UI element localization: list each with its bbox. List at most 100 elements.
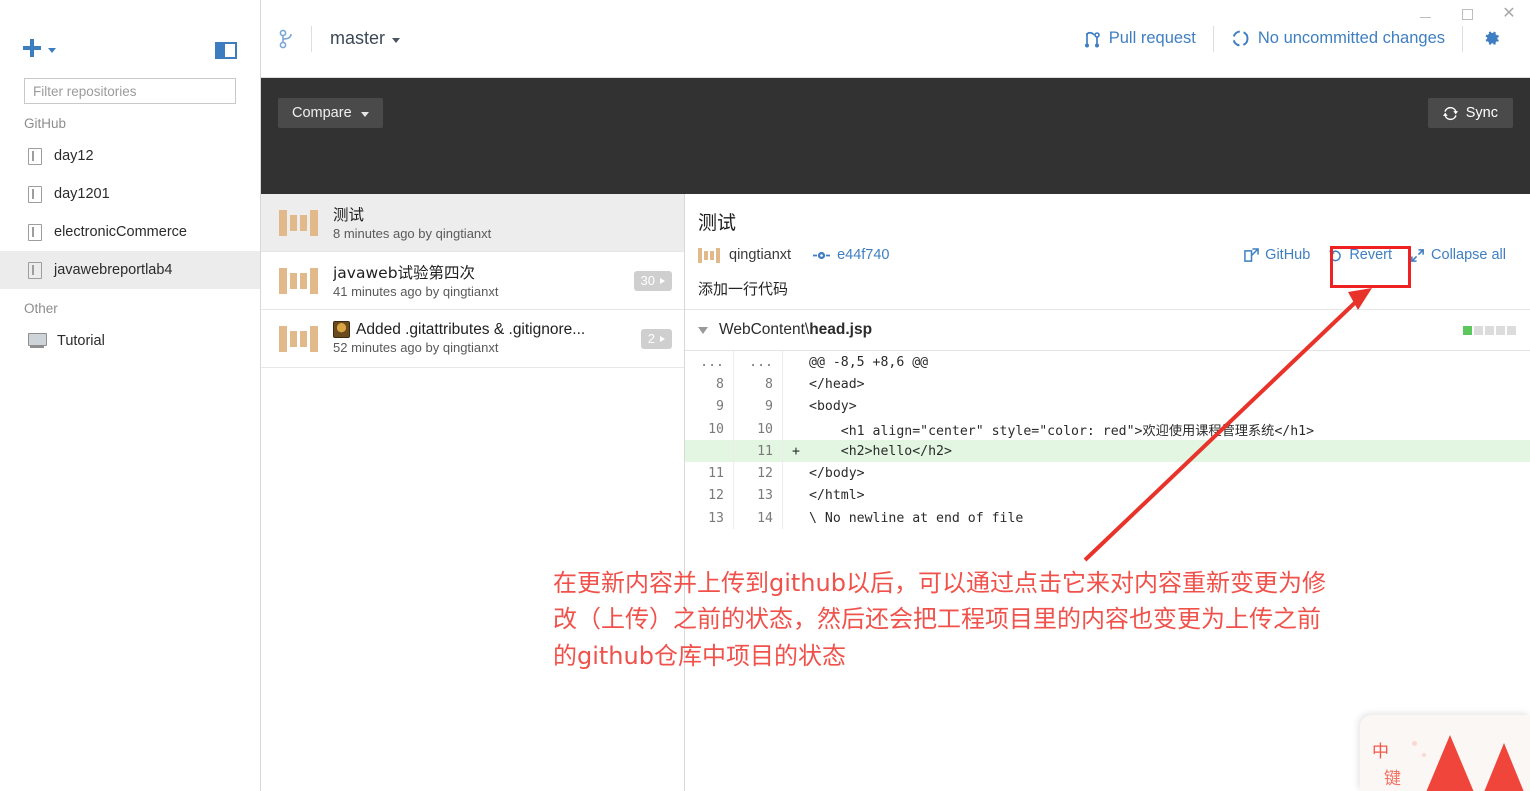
diff-old-line: 8 — [685, 373, 734, 396]
commit-title: javaweb试验第四次 — [333, 263, 476, 282]
revert-icon — [1329, 249, 1342, 261]
diff-new-line: 14 — [734, 507, 783, 530]
commit-badge-count: 2 — [647, 331, 655, 346]
diff-new-line: 13 — [734, 484, 783, 508]
sidebar-item-label: day1201 — [54, 186, 110, 202]
chevron-down-icon — [392, 38, 401, 43]
pull-request-button[interactable]: Pull request — [1067, 29, 1213, 48]
sidebar-item-electroniccommerce[interactable]: electronicCommerce — [0, 213, 260, 251]
diff-text: </head> — [809, 376, 865, 392]
add-repository-button[interactable] — [22, 38, 56, 58]
diff-old-line — [685, 440, 734, 463]
pull-request-icon — [1084, 31, 1100, 47]
diff-row: 10 10 <h1 align="center" style="color: r… — [685, 417, 1530, 441]
external-link-icon — [1244, 247, 1259, 262]
diff-text: </html> — [809, 488, 865, 504]
commit-detail-header: 测试 qingtianxt e44f740 GitHub Revert Coll… — [685, 194, 1530, 310]
diff-text: @@ -8,5 +8,6 @@ — [809, 354, 929, 370]
commit-detail-title: 测试 — [698, 212, 737, 234]
filter-repositories-field[interactable] — [24, 78, 236, 104]
diff-old-line: 11 — [685, 462, 734, 485]
diff-row: 12 13 </html> — [685, 484, 1530, 508]
sidebar-item-day12[interactable]: day12 — [0, 137, 260, 175]
diff-stat-block — [1485, 325, 1494, 335]
diff-old-line: 9 — [685, 395, 734, 418]
commit-list-item[interactable]: 测试 8 minutes ago by qingtianxt — [261, 194, 684, 252]
sidebar-item-label: electronicCommerce — [54, 224, 187, 240]
floating-widget[interactable]: 中 键 — [1360, 715, 1530, 791]
chevron-right-icon — [660, 335, 665, 342]
collapse-icon — [1411, 248, 1424, 262]
commit-title: Added .gitattributes & .gitignore... — [356, 320, 586, 338]
diff-row: 13 14 \ No newline at end of file — [685, 507, 1530, 530]
commit-list-item[interactable]: Added .gitattributes & .gitignore... 52 … — [261, 310, 684, 368]
commit-detail-actions: GitHub Revert Collapse all — [1238, 245, 1512, 265]
diff-file-path: WebContent\ — [719, 321, 810, 338]
minimize-button[interactable] — [1404, 0, 1446, 28]
commit-list: 测试 8 minutes ago by qingtianxt javaweb试验… — [261, 194, 685, 791]
repository-icon — [28, 185, 42, 203]
window-controls: ✕ — [1400, 0, 1530, 28]
diff-stat-block — [1496, 325, 1505, 335]
commit-author-avatar-icon — [333, 321, 350, 338]
sidebar-item-day1201[interactable]: day1201 — [0, 175, 260, 213]
sidebar-header — [0, 0, 260, 78]
plus-icon — [22, 38, 42, 58]
commit-badge[interactable]: 2 — [640, 328, 672, 349]
commit-title: 测试 — [333, 205, 365, 224]
top-bar: master Pull request No uncommitted chang… — [261, 0, 1530, 78]
diff-old-line: 13 — [685, 507, 734, 530]
branch-selector[interactable]: master — [261, 0, 401, 77]
commit-subtitle: 52 minutes ago by qingtianxt — [333, 339, 499, 355]
diff-text: </body> — [809, 466, 865, 482]
toggle-panel-icon[interactable] — [215, 42, 237, 59]
diff-old-line: 10 — [685, 417, 734, 441]
sync-label: Sync — [1465, 105, 1498, 121]
branch-name[interactable]: master — [330, 28, 401, 49]
pull-request-label: Pull request — [1108, 29, 1196, 47]
diff-file-header[interactable]: WebContent\head.jsp — [685, 310, 1530, 351]
commit-sha: e44f740 — [837, 247, 890, 263]
sidebar: GitHub day12 day1201 electronicCommerce … — [0, 0, 261, 791]
commit-sha-link[interactable]: e44f740 — [813, 247, 890, 263]
sidebar-item-label: javawebreportlab4 — [54, 262, 173, 278]
uncommitted-changes-status[interactable]: No uncommitted changes — [1214, 29, 1462, 48]
sync-button[interactable]: Sync — [1427, 98, 1513, 128]
commit-detail-meta: qingtianxt e44f740 GitHub Revert Collaps… — [698, 245, 1512, 265]
annotation-line-1: 在更新内容并上传到github以后，可以通过点击它来对内容重新变更为修 — [553, 569, 1326, 597]
diff-new-line: 8 — [734, 373, 783, 396]
compare-label: Compare — [292, 105, 352, 121]
decor-dot — [1422, 753, 1426, 757]
collapse-all-button[interactable]: Collapse all — [1404, 245, 1512, 265]
sidebar-group-other: Other — [24, 301, 58, 316]
decor-dot — [1412, 741, 1417, 746]
commit-badge[interactable]: 30 — [633, 270, 672, 291]
diff-row-added: 11 + <h2>hello</h2> — [685, 440, 1530, 463]
github-button[interactable]: GitHub — [1238, 245, 1316, 265]
diff-stat — [1463, 325, 1516, 335]
settings-button[interactable] — [1463, 28, 1514, 49]
sidebar-item-javawebreportlab4[interactable]: javawebreportlab4 — [0, 251, 260, 289]
collapse-all-label: Collapse all — [1431, 247, 1506, 263]
commit-subtitle: 41 minutes ago by qingtianxt — [333, 283, 499, 299]
diff-text: <h2>hello</h2> — [809, 443, 952, 459]
commit-author: qingtianxt — [729, 247, 792, 263]
repository-icon — [28, 261, 42, 279]
close-button[interactable]: ✕ — [1488, 0, 1530, 28]
sidebar-item-tutorial[interactable]: Tutorial — [0, 322, 260, 360]
revert-button[interactable]: Revert — [1322, 245, 1398, 265]
avatar — [275, 261, 321, 301]
commit-description: 添加一行代码 — [698, 280, 789, 298]
commit-icon — [813, 251, 831, 259]
search-input[interactable] — [33, 83, 227, 99]
chevron-right-icon — [660, 277, 665, 284]
chevron-down-icon[interactable] — [698, 326, 708, 334]
diff-stat-block — [1507, 325, 1516, 335]
compare-button[interactable]: Compare — [278, 98, 383, 128]
diff-stat-block — [1474, 325, 1483, 335]
commit-list-item[interactable]: javaweb试验第四次 41 minutes ago by qingtianx… — [261, 252, 684, 310]
sidebar-item-label: Tutorial — [57, 333, 105, 349]
maximize-button[interactable] — [1446, 0, 1488, 28]
app-window: ✕ GitHub day12 day1201 electronicCommerc… — [0, 0, 1530, 791]
commit-badge-count: 30 — [640, 273, 655, 288]
